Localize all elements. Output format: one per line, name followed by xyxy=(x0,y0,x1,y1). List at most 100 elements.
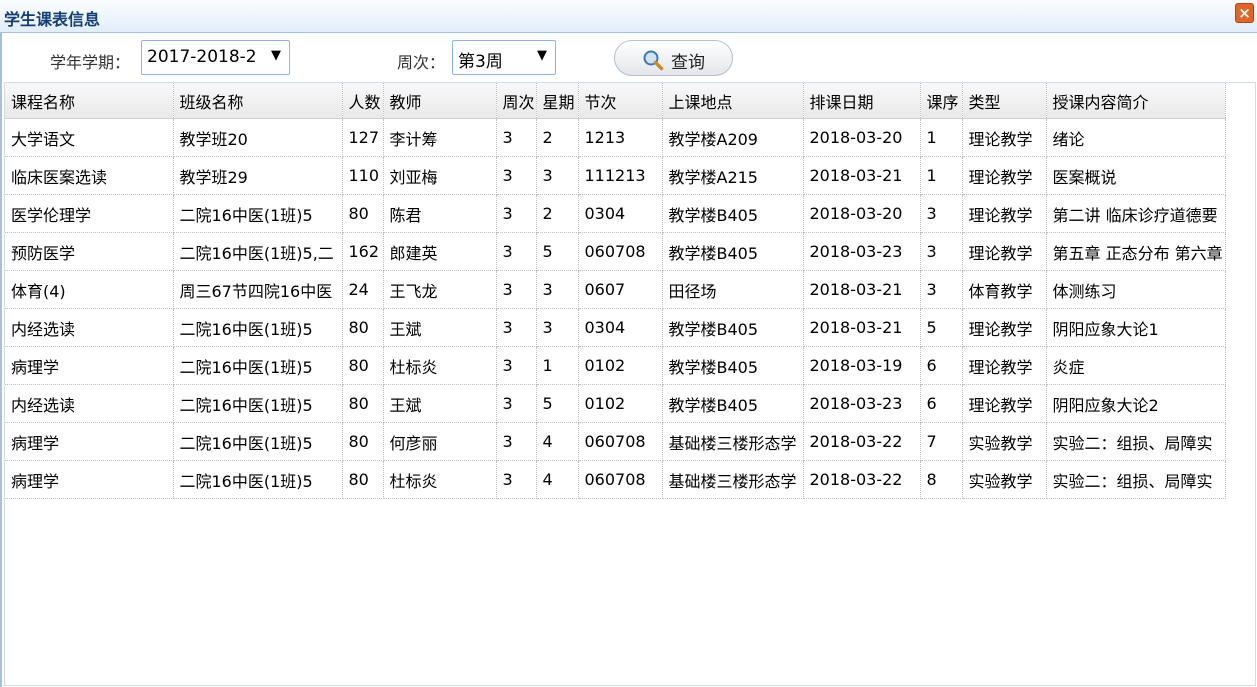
table-row[interactable]: 体育(4) 周三67节四院16中医 24 王飞龙 3 3 0607 田径场 2018-03-21… xyxy=(5,270,1226,309)
table-row[interactable]: 病理学 二院16中医(1班)5 80 杜标炎 3 1 0102 教学楼B405 2018-03-… xyxy=(5,346,1226,385)
search-button-label: 查询 xyxy=(671,53,705,73)
table-cell: 理论教学 xyxy=(962,194,1047,233)
table-cell: 80 xyxy=(342,346,384,385)
term-select[interactable]: 2017-2018-2 ▼ xyxy=(141,40,290,75)
table-cell: 3 xyxy=(536,270,579,309)
table-cell: 病理学 xyxy=(5,422,174,461)
table-cell: 教学楼B405 xyxy=(662,308,804,347)
column-header[interactable]: 类型 xyxy=(962,83,1047,119)
table-cell: 理论教学 xyxy=(962,232,1047,271)
table-cell: 实验教学 xyxy=(962,422,1047,461)
window-title: 学生课表信息 xyxy=(4,10,101,29)
table-body: 大学语文 教学班20 127 李计筹 3 2 1213 教学楼A209 2018-03-20 1 理… xyxy=(5,118,1226,499)
table-cell: 162 xyxy=(342,232,384,271)
window-titlebar: 学生课表信息 × xyxy=(0,0,1257,33)
table-cell: 二院16中医(1班)5 xyxy=(173,194,343,233)
search-icon xyxy=(643,50,664,71)
table-cell: 病理学 xyxy=(5,460,174,499)
column-header[interactable]: 授课内容简介 xyxy=(1046,83,1226,119)
table-cell: 3 xyxy=(496,422,537,461)
table-row[interactable]: 病理学 二院16中医(1班)5 80 何彦丽 3 4 060708 基础楼三楼形态学 2018-… xyxy=(5,422,1226,461)
search-button[interactable]: 查询 xyxy=(614,40,733,76)
table-cell: 060708 xyxy=(578,422,663,461)
table-cell: 何彦丽 xyxy=(383,422,497,461)
table-cell: 1 xyxy=(920,118,963,157)
table-cell: 1 xyxy=(920,156,963,195)
column-header[interactable]: 星期 xyxy=(536,83,579,119)
table-cell: 实验二：组损、局障实 xyxy=(1046,460,1226,499)
table-cell: 田径场 xyxy=(662,270,804,309)
term-label: 学年学期： xyxy=(50,53,131,72)
table-cell: 医案概说 xyxy=(1046,156,1226,195)
table-cell: 3 xyxy=(496,156,537,195)
table-row[interactable]: 医学伦理学 二院16中医(1班)5 80 陈君 3 2 0304 教学楼B405 2018-03… xyxy=(5,194,1226,233)
table-cell: 教学楼B405 xyxy=(662,232,804,271)
schedule-grid: 课程名称 班级名称 人数 教师 周次 星期 节次 上课地点 排课日期 课序 类型 授课内容简介 大学语… xyxy=(4,82,1256,686)
table-cell: 体测练习 xyxy=(1046,270,1226,309)
table-row[interactable]: 病理学 二院16中医(1班)5 80 杜标炎 3 4 060708 基础楼三楼形态学 2018-… xyxy=(5,460,1226,499)
table-cell: 6 xyxy=(920,384,963,423)
column-header[interactable]: 课序 xyxy=(920,83,963,119)
column-header[interactable]: 教师 xyxy=(383,83,497,119)
table-cell: 0304 xyxy=(578,308,663,347)
table-cell: 060708 xyxy=(578,460,663,499)
table-cell: 2018-03-23 xyxy=(803,384,921,423)
table-cell: 0607 xyxy=(578,270,663,309)
column-header[interactable]: 排课日期 xyxy=(803,83,921,119)
table-cell: 3 xyxy=(496,308,537,347)
column-header[interactable]: 上课地点 xyxy=(662,83,804,119)
table-cell: 5 xyxy=(536,384,579,423)
table-cell: 3 xyxy=(536,308,579,347)
table-cell: 体育(4) xyxy=(5,270,174,309)
table-cell: 内经选读 xyxy=(5,308,174,347)
table-cell: 3 xyxy=(496,270,537,309)
table-cell: 5 xyxy=(920,308,963,347)
table-cell: 3 xyxy=(496,118,537,157)
table-cell: 理论教学 xyxy=(962,118,1047,157)
table-cell: 二院16中医(1班)5 xyxy=(173,308,343,347)
table-cell: 实验教学 xyxy=(962,460,1047,499)
table-cell: 教学楼A209 xyxy=(662,118,804,157)
term-value: 2017-2018-2 xyxy=(147,47,257,67)
table-cell: 2018-03-23 xyxy=(803,232,921,271)
table-cell: 3 xyxy=(920,232,963,271)
week-value: 第3周 xyxy=(458,52,503,72)
table-cell: 王飞龙 xyxy=(383,270,497,309)
table-cell: 二院16中医(1班)5 xyxy=(173,422,343,461)
table-cell: 基础楼三楼形态学 xyxy=(662,460,804,499)
chevron-down-icon: ▼ xyxy=(537,48,547,63)
table-cell: 3 xyxy=(920,194,963,233)
table-cell: 周三67节四院16中医 xyxy=(173,270,343,309)
table-cell: 7 xyxy=(920,422,963,461)
column-header[interactable]: 班级名称 xyxy=(173,83,343,119)
table-row[interactable]: 内经选读 二院16中医(1班)5 80 王斌 3 5 0102 教学楼B405 2018-03-… xyxy=(5,384,1226,423)
table-cell: 2 xyxy=(536,118,579,157)
column-header[interactable]: 课程名称 xyxy=(5,83,174,119)
table-cell: 教学楼B405 xyxy=(662,384,804,423)
table-row[interactable]: 预防医学 二院16中医(1班)5,二 162 郎建英 3 5 060708 教学楼B405 20… xyxy=(5,232,1226,271)
week-select[interactable]: 第3周 ▼ xyxy=(452,40,556,75)
table-cell: 111213 xyxy=(578,156,663,195)
table-cell: 1 xyxy=(536,346,579,385)
close-icon[interactable]: × xyxy=(1235,3,1254,23)
table-cell: 大学语文 xyxy=(5,118,174,157)
table-row[interactable]: 临床医案选读 教学班29 110 刘亚梅 3 3 111213 教学楼A215 2018-03-… xyxy=(5,156,1226,195)
table-cell: 2 xyxy=(536,194,579,233)
table-cell: 教学楼B405 xyxy=(662,194,804,233)
table-cell: 4 xyxy=(536,460,579,499)
column-header[interactable]: 节次 xyxy=(578,83,663,119)
table-cell: 第五章 正态分布 第六章 xyxy=(1046,232,1226,271)
table-cell: 5 xyxy=(536,232,579,271)
chevron-down-icon: ▼ xyxy=(271,48,281,63)
table-cell: 阴阳应象大论1 xyxy=(1046,308,1226,347)
table-cell: 4 xyxy=(536,422,579,461)
table-cell: 杜标炎 xyxy=(383,460,497,499)
column-header[interactable]: 周次 xyxy=(496,83,537,119)
table-cell: 0304 xyxy=(578,194,663,233)
table-row[interactable]: 大学语文 教学班20 127 李计筹 3 2 1213 教学楼A209 2018-03-20 1 理… xyxy=(5,118,1226,157)
table-cell: 第二讲 临床诊疗道德要 xyxy=(1046,194,1226,233)
table-cell: 李计筹 xyxy=(383,118,497,157)
table-cell: 杜标炎 xyxy=(383,346,497,385)
column-header[interactable]: 人数 xyxy=(342,83,384,119)
table-row[interactable]: 内经选读 二院16中医(1班)5 80 王斌 3 3 0304 教学楼B405 2018-03-… xyxy=(5,308,1226,347)
